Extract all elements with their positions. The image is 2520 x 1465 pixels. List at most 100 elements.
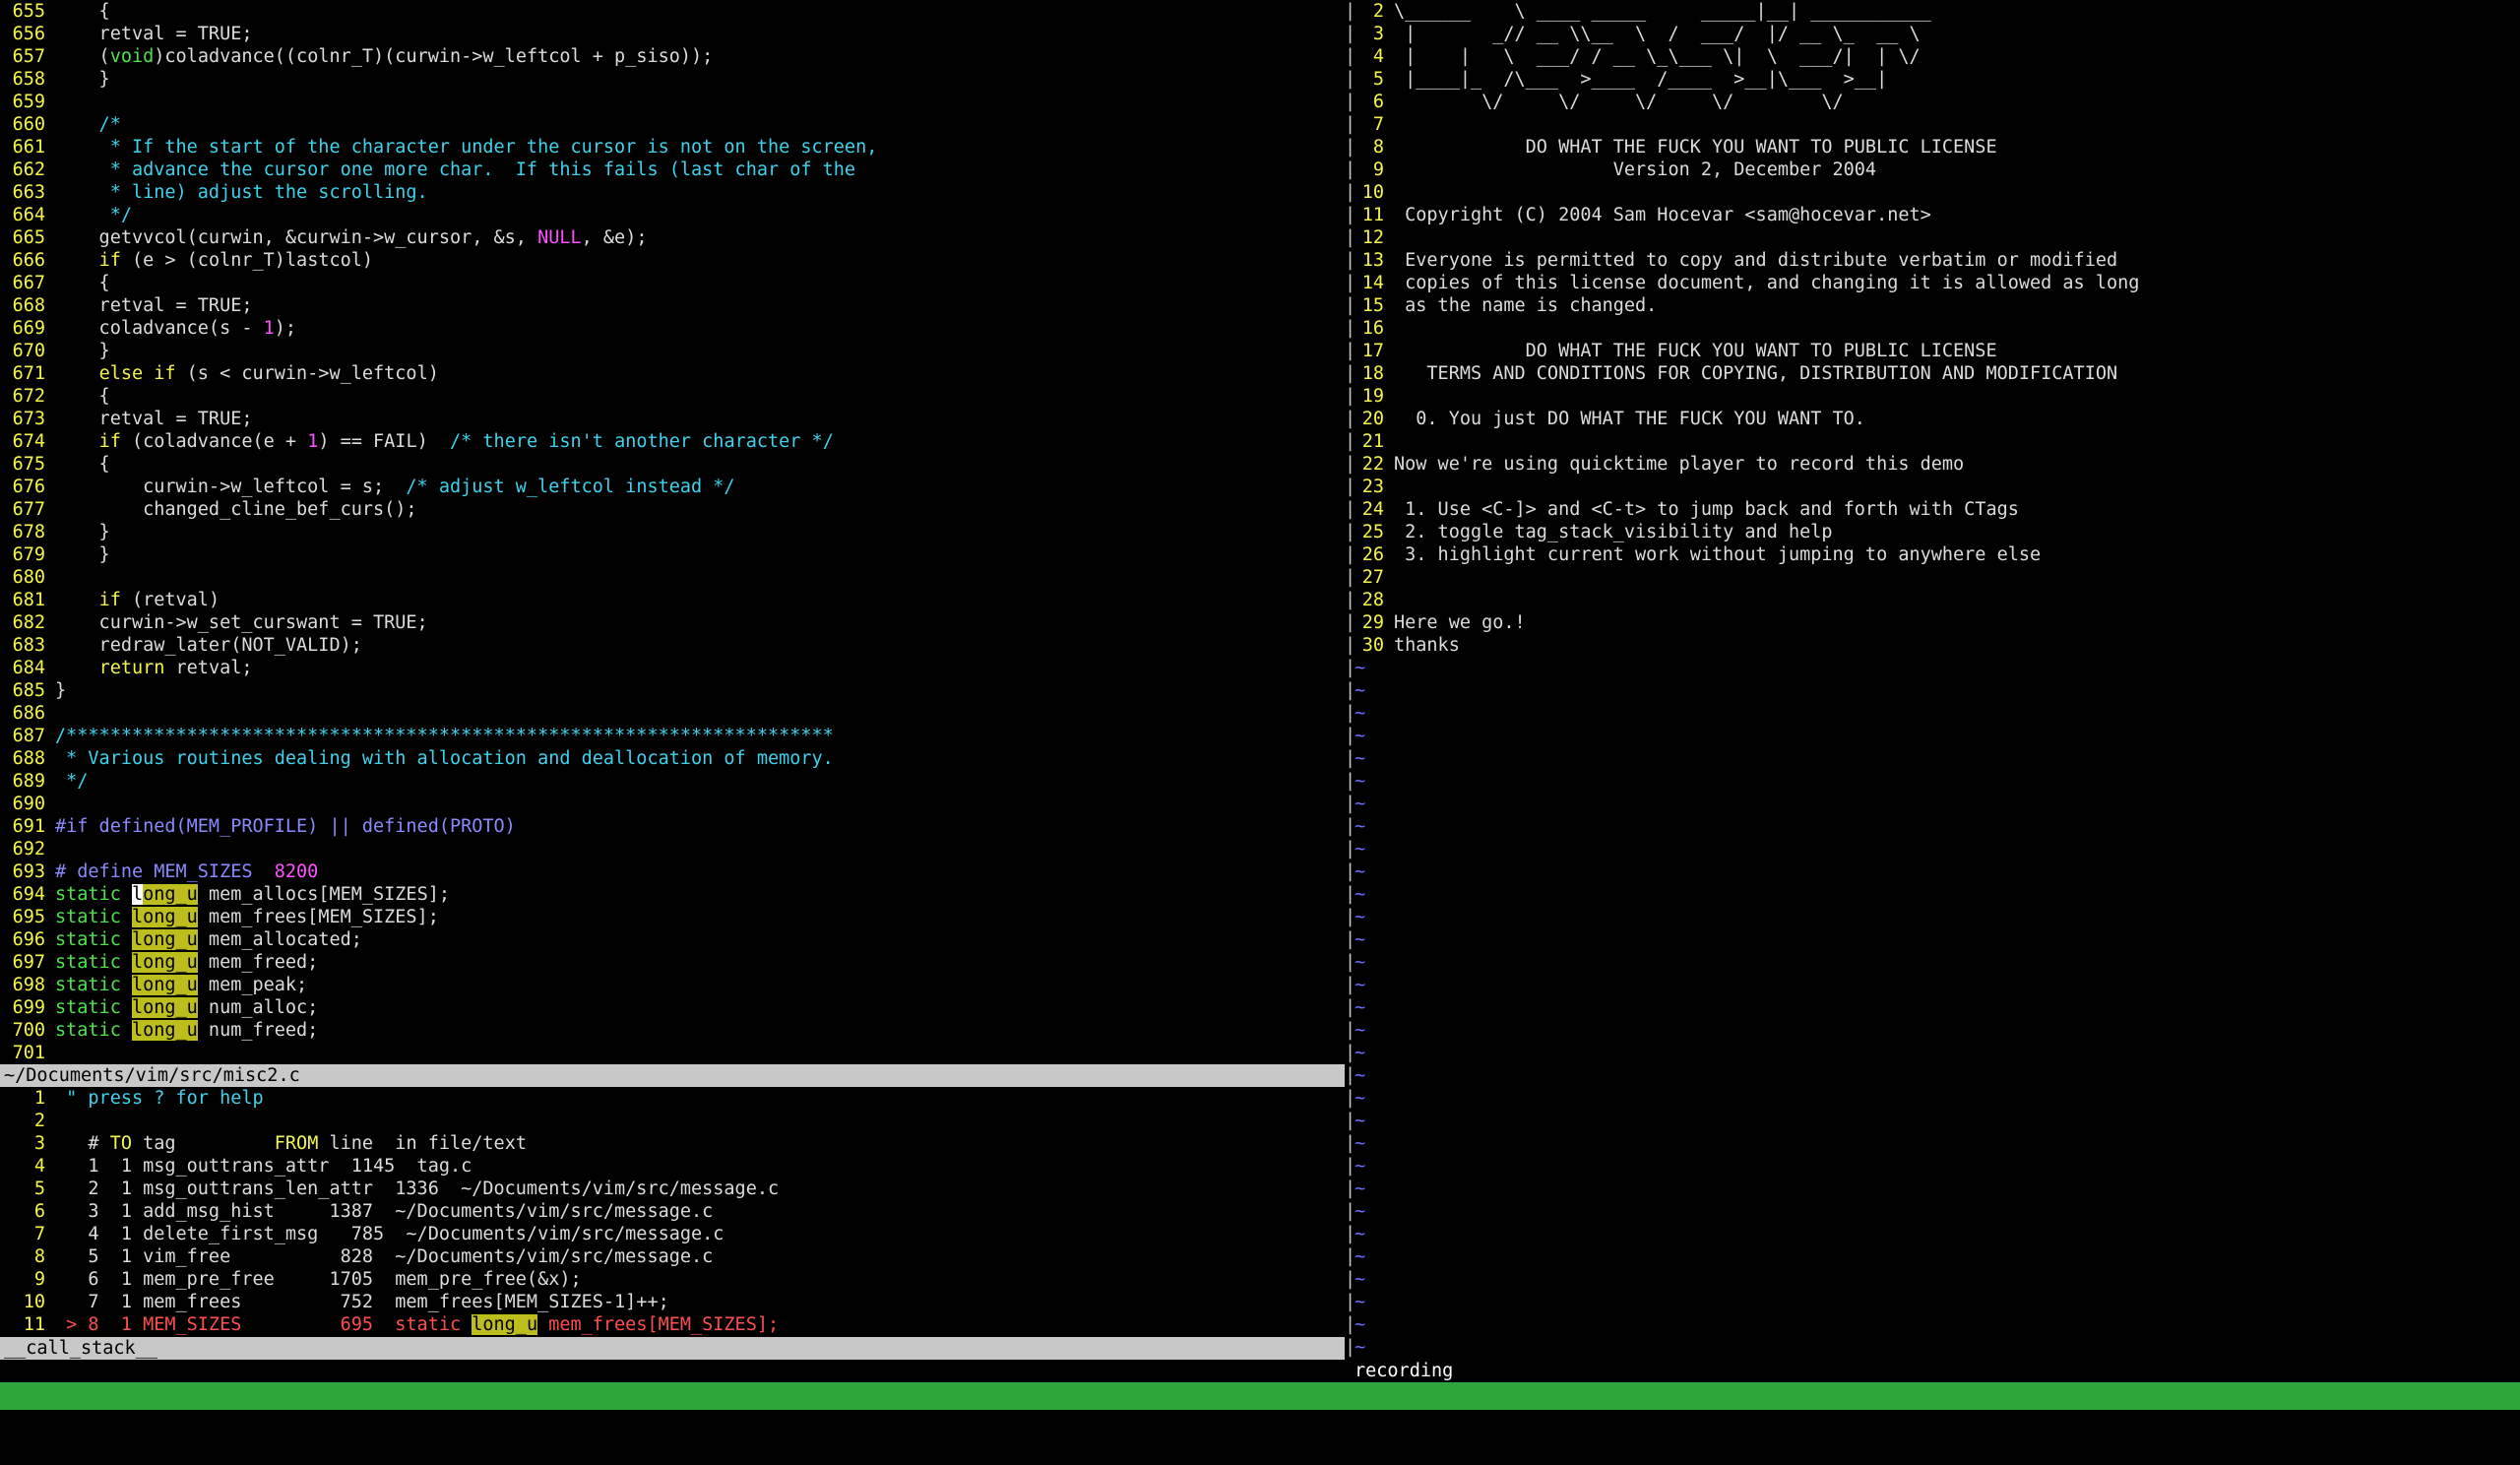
code-line[interactable]: 663 * line) adjust the scrolling. xyxy=(0,181,1345,204)
text-line[interactable]: 7 xyxy=(1354,113,2520,136)
text-line[interactable]: 9 Version 2, December 2004 xyxy=(1354,159,2520,181)
text-line[interactable]: 13 Everyone is permitted to copy and dis… xyxy=(1354,249,2520,272)
call-stack-row[interactable]: 6 3 1 add_msg_hist 1387 ~/Documents/vim/… xyxy=(0,1200,1345,1223)
code-line[interactable]: 667 { xyxy=(0,272,1345,294)
code-line[interactable]: 684 return retval; xyxy=(0,657,1345,679)
empty-line-tilde: ~ xyxy=(1354,1246,1366,1267)
code-line[interactable]: 688 * Various routines dealing with allo… xyxy=(0,747,1345,770)
text-line[interactable]: 2 \______ \ ____ _____ _____|__| ________… xyxy=(1354,0,2520,23)
text-line[interactable]: 8 DO WHAT THE FUCK YOU WANT TO PUBLIC LI… xyxy=(1354,136,2520,159)
code-line[interactable]: 662 * advance the cursor one more char. … xyxy=(0,159,1345,181)
code-line[interactable]: 680 xyxy=(0,566,1345,589)
text-line[interactable]: 20 0. You just DO WHAT THE FUCK YOU WANT… xyxy=(1354,408,2520,430)
call-stack-row[interactable]: 5 2 1 msg_outtrans_len_attr 1336 ~/Docum… xyxy=(0,1178,1345,1200)
text-line[interactable]: 24 1. Use <C-]> and <C-t> to jump back a… xyxy=(1354,498,2520,521)
code-line[interactable]: 659 xyxy=(0,91,1345,113)
code-line[interactable]: 666 if (e > (colnr_T)lastcol) xyxy=(0,249,1345,272)
text-line[interactable]: 15 as the name is changed. xyxy=(1354,294,2520,317)
call-stack-row[interactable]: 1 " press ? for help xyxy=(0,1087,1345,1110)
text-line[interactable]: 5 |____|_ /\___ >____ /____ >__|\___ >__… xyxy=(1354,68,2520,91)
text-line[interactable]: 18 TERMS AND CONDITIONS FOR COPYING, DIS… xyxy=(1354,362,2520,385)
line-number: 699 xyxy=(12,997,45,1018)
code-line[interactable]: 687 /************************************… xyxy=(0,725,1345,747)
text-line[interactable]: 26 3. highlight current work without jum… xyxy=(1354,543,2520,566)
text-line[interactable]: 17 DO WHAT THE FUCK YOU WANT TO PUBLIC L… xyxy=(1354,340,2520,362)
call-stack-row[interactable]: 7 4 1 delete_first_msg 785 ~/Documents/v… xyxy=(0,1223,1345,1245)
code-line[interactable]: 669 coladvance(s - 1); xyxy=(0,317,1345,340)
text-line[interactable]: 6 \/ \/ \/ \/ \/ xyxy=(1354,91,2520,113)
call-stack-row[interactable]: 9 6 1 mem_pre_free 1705 mem_pre_free(&x)… xyxy=(0,1268,1345,1291)
call-stack-row[interactable]: 8 5 1 vim_free 828 ~/Documents/vim/src/m… xyxy=(0,1245,1345,1268)
line-text: | _// __ \\__ \ / ___/ |/ __ \_ __ \ xyxy=(1394,24,1921,44)
code-line[interactable]: 693 # define MEM_SIZES 8200 xyxy=(0,860,1345,883)
code-line[interactable]: 655 { xyxy=(0,0,1345,23)
code-token: long_u xyxy=(131,997,198,1018)
text-line[interactable]: 30 thanks xyxy=(1354,634,2520,657)
call-stack-row[interactable]: 3 # TO tag FROM line in file/text xyxy=(0,1132,1345,1155)
code-line[interactable]: 683 redraw_later(NOT_VALID); xyxy=(0,634,1345,657)
call-stack-row[interactable]: 2 xyxy=(0,1110,1345,1132)
text-line[interactable]: 10 xyxy=(1354,181,2520,204)
code-line[interactable]: 699 static long_u num_alloc; xyxy=(0,996,1345,1019)
code-line[interactable]: 691 #if defined(MEM_PROFILE) || defined(P… xyxy=(0,815,1345,838)
code-line[interactable]: 692 xyxy=(0,838,1345,860)
text-line[interactable]: 3 | _// __ \\__ \ / ___/ |/ __ \_ __ \ xyxy=(1354,23,2520,45)
editor-right-pane[interactable]: 2 \______ \ ____ _____ _____|__| ________… xyxy=(1354,0,2520,1349)
editor-left-pane[interactable]: 655 {656 retval = TRUE; 657 (void)coladva… xyxy=(0,0,1345,1064)
code-line[interactable]: 674 if (coladvance(e + 1) == FAIL) /* th… xyxy=(0,430,1345,453)
text-line[interactable]: 29 Here we go.! xyxy=(1354,611,2520,634)
code-line[interactable]: 658 } xyxy=(0,68,1345,91)
code-line[interactable]: 686 xyxy=(0,702,1345,725)
code-line[interactable]: 673 retval = TRUE; xyxy=(0,408,1345,430)
code-line[interactable]: 685} xyxy=(0,679,1345,702)
call-stack-pane[interactable]: 1 " press ? for help 2 3 # TO tag FROM lin… xyxy=(0,1087,1345,1337)
code-line[interactable]: 668 retval = TRUE; xyxy=(0,294,1345,317)
code-line[interactable]: 700 static long_u num_freed; xyxy=(0,1019,1345,1042)
text-line[interactable]: 12 xyxy=(1354,226,2520,249)
text-line[interactable]: 4 | | \ ___/ / __ \_\___ \| \ ___/| | \/ xyxy=(1354,45,2520,68)
code-line[interactable]: 681 if (retval) xyxy=(0,589,1345,611)
text-line[interactable]: 27 xyxy=(1354,566,2520,589)
code-line[interactable]: 695 static long_u mem_frees[MEM_SIZES]; xyxy=(0,906,1345,928)
code-line[interactable]: 697 static long_u mem_freed; xyxy=(0,951,1345,974)
code-line[interactable]: 690 xyxy=(0,793,1345,815)
code-line[interactable]: 664 */ xyxy=(0,204,1345,226)
text-line[interactable]: 22 Now we're using quicktime player to re… xyxy=(1354,453,2520,476)
code-line[interactable]: 698 static long_u mem_peak; xyxy=(0,974,1345,996)
text-line[interactable]: 21 xyxy=(1354,430,2520,453)
code-line[interactable]: 701 xyxy=(0,1042,1345,1064)
code-line[interactable]: 676 curwin->w_leftcol = s; /* adjust w_l… xyxy=(0,476,1345,498)
text-line[interactable]: 28 xyxy=(1354,589,2520,611)
text-line[interactable]: 23 xyxy=(1354,476,2520,498)
call-stack-row[interactable]: 10 7 1 mem_frees 752 mem_frees[MEM_SIZES… xyxy=(0,1291,1345,1313)
call-stack-row[interactable]: 4 1 1 msg_outtrans_attr 1145 tag.c xyxy=(0,1155,1345,1178)
code-line[interactable]: 682 curwin->w_set_curswant = TRUE; xyxy=(0,611,1345,634)
code-line[interactable]: 671 else if (s < curwin->w_leftcol) xyxy=(0,362,1345,385)
text-line[interactable]: 25 2. toggle tag_stack_visibility and he… xyxy=(1354,521,2520,543)
empty-line-tilde: ~ xyxy=(1354,952,1366,973)
code-token: # define MEM_SIZES xyxy=(55,861,275,882)
code-line[interactable]: 679 } xyxy=(0,543,1345,566)
code-line[interactable]: 672 { xyxy=(0,385,1345,408)
code-token: 5 1 vim_free 828 ~/Documents/vim/src/mes… xyxy=(55,1246,714,1267)
code-line[interactable]: 696 static long_u mem_allocated; xyxy=(0,928,1345,951)
code-line[interactable]: 689 */ xyxy=(0,770,1345,793)
call-stack-row[interactable]: 11 > 8 1 MEM_SIZES 695 static long_u mem… xyxy=(0,1313,1345,1336)
code-line[interactable]: 660 /* xyxy=(0,113,1345,136)
text-line[interactable]: 14 copies of this license document, and … xyxy=(1354,272,2520,294)
line-number: 23 xyxy=(1361,477,1384,497)
code-line[interactable]: 657 (void)coladvance((colnr_T)(curwin->w… xyxy=(0,45,1345,68)
code-line[interactable]: 670 } xyxy=(0,340,1345,362)
tmux-window-list[interactable]: [0] 0:bash 1:vim* 2:bash- xyxy=(4,1410,282,1437)
text-line[interactable]: 11 Copyright (C) 2004 Sam Hocevar <sam@h… xyxy=(1354,204,2520,226)
code-line[interactable]: 656 retval = TRUE; xyxy=(0,23,1345,45)
code-line[interactable]: 665 getvvcol(curwin, &curwin->w_cursor, … xyxy=(0,226,1345,249)
code-token: redraw_later(NOT_VALID); xyxy=(55,635,362,656)
code-line[interactable]: 677 changed_cline_bef_curs(); xyxy=(0,498,1345,521)
code-line[interactable]: 678 } xyxy=(0,521,1345,543)
text-line[interactable]: 19 xyxy=(1354,385,2520,408)
code-line[interactable]: 661 * If the start of the character unde… xyxy=(0,136,1345,159)
code-line[interactable]: 694 static long_u mem_allocs[MEM_SIZES]; xyxy=(0,883,1345,906)
code-line[interactable]: 675 { xyxy=(0,453,1345,476)
text-line[interactable]: 16 xyxy=(1354,317,2520,340)
